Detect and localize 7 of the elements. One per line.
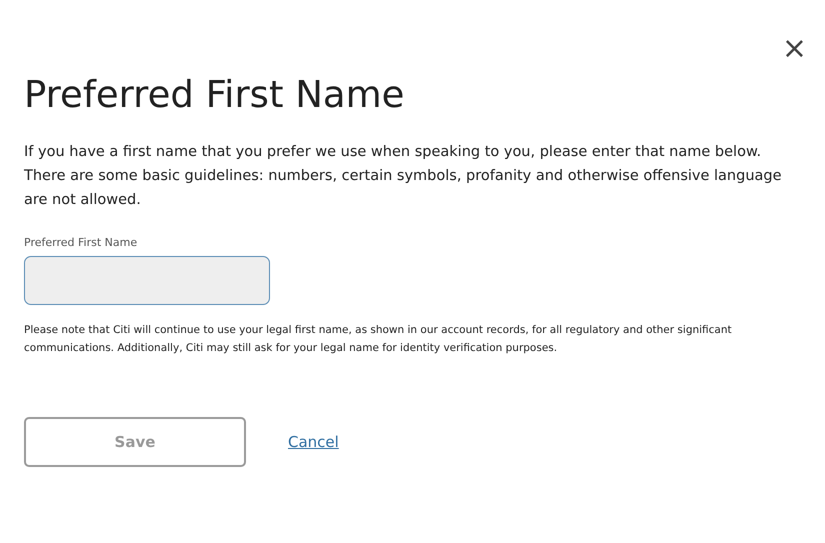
- field-label: Preferred First Name: [24, 236, 138, 249]
- cancel-link[interactable]: Cancel: [288, 433, 339, 451]
- input-field[interactable]: [24, 256, 270, 305]
- dialog-title: Preferred First Name: [24, 72, 406, 118]
- note-text: Please note that Citi will continue to use your legal first name, as shown in our account records, for all regulatory and other significant communications. Additionally, Citi may still ask for your legal name for identity verification purposes.: [24, 323, 733, 356]
- close-button[interactable]: ×: [778, 34, 811, 64]
- intro-text: If you have a first name that you prefer we use when speaking to you, please enter that name below. There are some basic guidelines: numbers, certain symbols, profanity and otherwise offensive language are not allowed.: [24, 143, 783, 210]
